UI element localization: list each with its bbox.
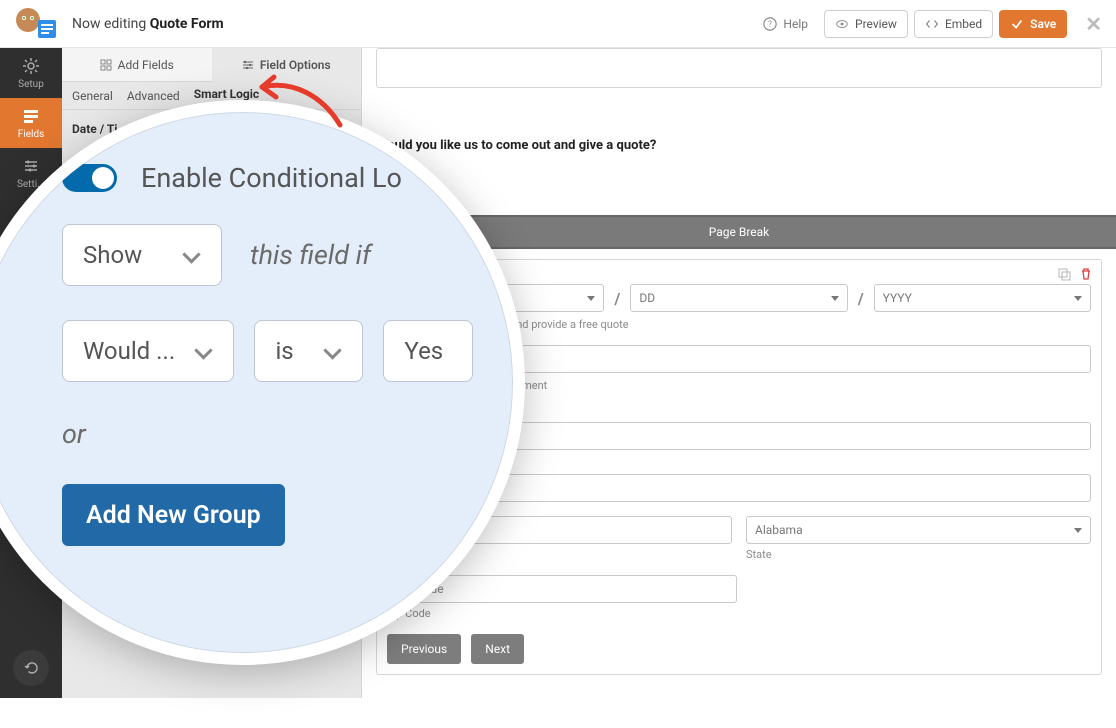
day-placeholder: DD [639,291,655,305]
sliders-icon [22,157,40,175]
nav-setup-label: Setup [18,79,44,90]
condition-value: Yes [404,337,443,365]
tab-field-options[interactable]: Field Options [212,48,362,82]
date-separator: / [614,289,620,308]
condition-field-select[interactable]: Would ... [62,320,234,382]
embed-label: Embed [945,17,982,31]
text-input[interactable] [376,48,1102,88]
topbar: Now editing Quote Form ? Help Preview Em… [0,0,1116,48]
trash-icon [1079,267,1093,281]
save-label: Save [1030,17,1056,31]
tab-add-fields[interactable]: Add Fields [62,48,212,82]
condition-operator-select[interactable]: is [254,320,363,382]
subtab-advanced[interactable]: Advanced [127,89,180,109]
save-button[interactable]: Save [999,10,1067,38]
undo-button[interactable] [13,650,49,686]
add-new-group-button[interactable]: Add New Group [62,484,285,546]
conditional-logic-toggle[interactable] [62,164,117,192]
preview-button[interactable]: Preview [824,10,908,38]
tab-field-options-label: Field Options [260,58,331,72]
chevron-down-icon [1074,528,1082,533]
chevron-down-icon [183,246,201,264]
year-select[interactable]: YYYY [874,284,1091,312]
year-placeholder: YYYY [883,291,912,305]
duplicate-button[interactable] [1057,266,1071,285]
nav-setup[interactable]: Setup [0,48,62,98]
date-separator: / [858,289,864,308]
undo-icon [23,660,39,676]
or-label: or [62,418,473,450]
eye-icon [835,17,849,31]
conditional-logic-label: Enable Conditional Lo [141,162,402,194]
chevron-down-icon [195,342,213,360]
help-label: Help [783,17,808,31]
chevron-down-icon [1074,296,1082,301]
embed-button[interactable]: Embed [914,10,993,38]
close-button[interactable]: ✕ [1085,12,1102,36]
now-editing-label: Now editing [72,16,146,32]
this-field-if-label: this field if [250,239,371,271]
help-link[interactable]: ? Help [763,17,808,31]
code-icon [925,17,939,31]
question-label: Would you like us to come out and give a… [376,138,1102,153]
condition-value-select[interactable]: Yes [383,320,473,382]
app-logo [14,6,58,42]
fields-icon [22,107,40,125]
state-select[interactable]: Alabama [746,516,1091,544]
help-icon: ? [763,17,777,31]
show-hide-value: Show [83,241,142,269]
checkbox-option[interactable]: Yes [376,159,1102,173]
day-select[interactable]: DD [630,284,847,312]
preview-label: Preview [855,17,897,31]
chevron-down-icon [587,296,595,301]
duplicate-icon [1057,267,1071,281]
svg-text:?: ? [769,19,773,28]
show-hide-select[interactable]: Show [62,224,222,286]
tab-add-fields-label: Add Fields [118,58,174,72]
nav-fields-label: Fields [18,129,45,140]
chevron-down-icon [324,342,342,360]
condition-operator-value: is [275,337,293,365]
form-name: Quote Form [150,16,224,32]
condition-field-value: Would ... [83,337,175,365]
sliders-icon [242,59,254,71]
gear-icon [22,57,40,75]
grid-icon [100,59,112,71]
state-label: State [746,548,1091,561]
check-icon [1010,17,1024,31]
zip-label: Zip Code [387,607,1091,620]
delete-button[interactable] [1079,266,1093,285]
chevron-down-icon [831,296,839,301]
subtab-general[interactable]: General [72,89,113,109]
previous-button[interactable]: Previous [387,634,461,664]
page-title: Now editing Quote Form [72,16,224,32]
nav-fields[interactable]: Fields [0,98,62,148]
checkbox-option[interactable]: No [376,179,1102,193]
state-value: Alabama [755,523,803,537]
next-button[interactable]: Next [471,634,524,664]
